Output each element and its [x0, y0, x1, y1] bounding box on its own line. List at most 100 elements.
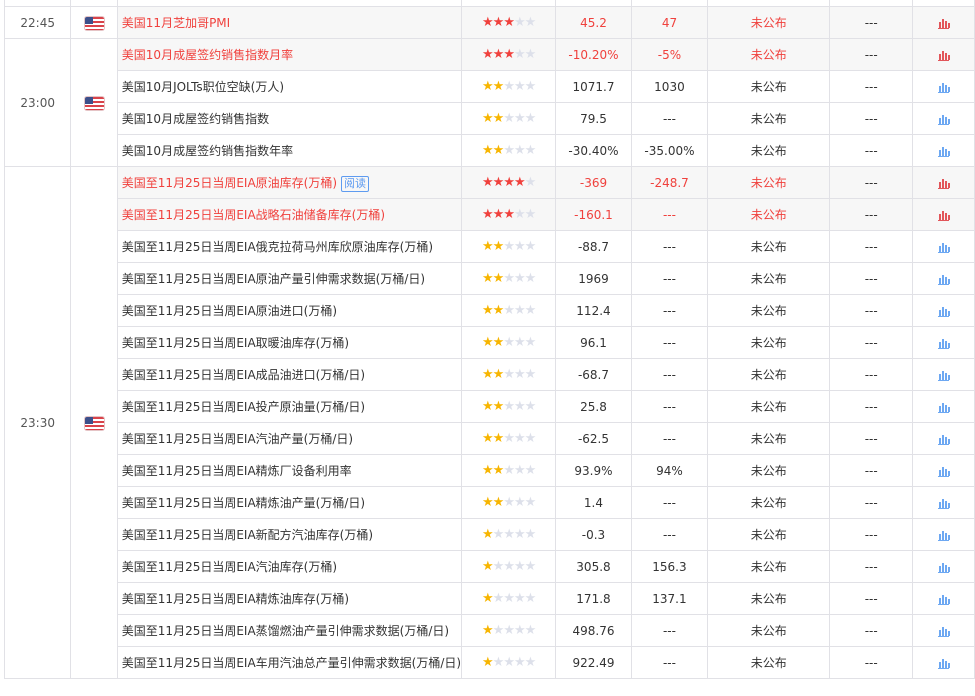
- event-name-cell[interactable]: 美国至11月25日当周EIA取暖油库存(万桶): [116, 326, 463, 359]
- star-empty-icon: ★: [503, 623, 515, 638]
- star-empty-icon: ★: [503, 431, 515, 446]
- bar-chart-icon[interactable]: [937, 466, 950, 477]
- event-name-cell[interactable]: 美国至11月25日当周EIA成品油进口(万桶/日): [116, 358, 463, 391]
- chart-cell[interactable]: [911, 422, 975, 455]
- event-row[interactable]: 美国至11月25日当周EIA成品油进口(万桶/日) ★★★★★ -68.7 --- 未公…: [5, 358, 975, 391]
- event-name-cell[interactable]: 美国至11月25日当周EIA精炼油产量(万桶/日): [116, 486, 463, 519]
- bar-chart-icon[interactable]: [937, 370, 950, 381]
- event-name-cell[interactable]: 美国10月成屋签约销售指数: [116, 102, 463, 135]
- bar-chart-icon[interactable]: [937, 50, 950, 61]
- chart-cell[interactable]: [911, 102, 975, 135]
- chart-cell[interactable]: [911, 454, 975, 487]
- event-name-cell[interactable]: 美国10月成屋签约销售指数月率: [116, 38, 463, 71]
- bar-chart-icon[interactable]: [937, 530, 950, 541]
- event-name-cell[interactable]: 美国至11月25日当周EIA蒸馏燃油产量引伸需求数据(万桶/日): [116, 614, 463, 647]
- event-row[interactable]: 美国至11月25日当周EIA原油进口(万桶) ★★★★★ 112.4 --- 未公布 --…: [5, 294, 975, 327]
- event-name: 美国10月成屋签约销售指数年率: [121, 144, 294, 158]
- event-name-cell[interactable]: 美国10月成屋签约销售指数年率: [116, 134, 463, 167]
- event-name-cell[interactable]: 美国至11月25日当周EIA汽油库存(万桶): [116, 550, 463, 583]
- forecast-value: 47: [661, 15, 678, 30]
- bar-chart-icon[interactable]: [937, 18, 950, 29]
- bar-chart-icon[interactable]: [937, 434, 950, 445]
- bar-chart-icon[interactable]: [937, 274, 950, 285]
- event-name-cell[interactable]: 美国至11月25日当周EIA投产原油量(万桶/日): [116, 390, 463, 423]
- actual-value: 未公布: [750, 80, 787, 94]
- star-empty-icon: ★: [524, 335, 537, 350]
- event-row[interactable]: 美国至11月25日当周EIA原油产量引伸需求数据(万桶/日) ★★★★★ 1969-…: [5, 262, 975, 295]
- chart-cell[interactable]: [911, 230, 975, 263]
- star-filled-icon: ★: [482, 271, 494, 286]
- bar-chart-icon[interactable]: [937, 306, 950, 317]
- event-row[interactable]: 美国至11月25日当周EIA战略石油储备库存(万桶) ★★★★★ -160.1 ---…: [5, 198, 975, 231]
- event-name-cell[interactable]: 美国至11月25日当周EIA精炼油库存(万桶): [116, 582, 463, 615]
- chart-cell[interactable]: [911, 486, 975, 519]
- event-name-cell[interactable]: 美国至11月25日当周EIA新配方汽油库存(万桶): [116, 518, 463, 551]
- bar-chart-icon[interactable]: [937, 338, 950, 349]
- event-row[interactable]: 美国至11月25日当周EIA精炼厂设备利用率 ★★★★★ 93.9% 94% 未公布 --…: [5, 454, 975, 487]
- bar-chart-icon[interactable]: [937, 82, 950, 93]
- event-name-cell[interactable]: 美国至11月25日当周EIA原油进口(万桶): [116, 294, 463, 327]
- event-row[interactable]: 23:00 美国10月成屋签约销售指数月率 ★★★★★ -10.20% -5% 未公布 --…: [3, 38, 975, 167]
- event-name-cell[interactable]: 美国至11月25日当周EIA精炼厂设备利用率: [116, 454, 463, 487]
- chart-cell[interactable]: [911, 294, 975, 327]
- impact-cell: ---: [829, 358, 913, 391]
- event-name-cell[interactable]: 美国至11月25日当周EIA俄克拉荷马州库欣原油库存(万桶): [116, 230, 463, 263]
- event-name-cell[interactable]: 美国至11月25日当周EIA战略石油储备库存(万桶): [116, 198, 463, 231]
- star-empty-icon: ★: [513, 79, 526, 94]
- event-name-cell[interactable]: 美国至11月25日当周EIA原油产量引伸需求数据(万桶/日): [116, 262, 463, 295]
- event-name-cell[interactable]: 美国11月芝加哥PMI: [116, 6, 463, 39]
- bar-chart-icon[interactable]: [937, 594, 950, 605]
- event-row[interactable]: 美国至11月25日当周EIA车用汽油总产量引伸需求数据(万桶/日) ★★★★★ 92…: [5, 646, 975, 679]
- bar-chart-icon[interactable]: [937, 242, 950, 253]
- event-row[interactable]: 美国至11月25日当周EIA汽油产量(万桶/日) ★★★★★ -62.5 --- 未公布…: [5, 422, 975, 455]
- event-name-cell[interactable]: 美国至11月25日当周EIA车用汽油总产量引伸需求数据(万桶/日): [116, 646, 463, 679]
- bar-chart-icon[interactable]: [937, 146, 950, 157]
- bar-chart-icon[interactable]: [937, 658, 950, 669]
- forecast-cell: 94%: [630, 454, 709, 487]
- event-row[interactable]: 23:30 美国至11月25日当周EIA原油库存(万桶) 阅读 ★★★★★ -369 -2…: [3, 166, 975, 679]
- chart-cell[interactable]: [911, 358, 975, 391]
- event-name-cell[interactable]: 美国10月JOLTs职位空缺(万人): [116, 70, 463, 103]
- chart-cell[interactable]: [911, 134, 975, 167]
- bar-chart-icon[interactable]: [937, 402, 950, 413]
- event-row[interactable]: 美国10月成屋签约销售指数 ★★★★★ 79.5 --- 未公布 ---: [5, 102, 975, 135]
- event-row[interactable]: 美国至11月25日当周EIA俄克拉荷马州库欣原油库存(万桶) ★★★★★ -88.7…: [5, 230, 975, 263]
- event-row[interactable]: 美国至11月25日当周EIA取暖油库存(万桶) ★★★★★ 96.1 --- 未公布 --…: [5, 326, 975, 359]
- chart-cell[interactable]: [911, 70, 975, 103]
- bar-chart-icon[interactable]: [937, 626, 950, 637]
- chart-cell[interactable]: [911, 614, 975, 647]
- bar-chart-icon[interactable]: [937, 210, 950, 221]
- bar-chart-icon[interactable]: [937, 498, 950, 509]
- bar-chart-icon[interactable]: [937, 114, 950, 125]
- event-name: 美国10月JOLTs职位空缺(万人): [121, 80, 285, 94]
- event-row[interactable]: 22:45 美国11月芝加哥PMI ★★★★★ 45.2 47 未公布 ---: [3, 6, 975, 39]
- event-row[interactable]: 美国至11月25日当周EIA新配方汽油库存(万桶) ★★★★★ -0.3 --- 未公布…: [5, 518, 975, 551]
- bar-chart-icon[interactable]: [937, 562, 950, 573]
- event-row[interactable]: 美国至11月25日当周EIA精炼油产量(万桶/日) ★★★★★ 1.4 --- 未公布 -…: [5, 486, 975, 519]
- event-row[interactable]: 美国至11月25日当周EIA汽油库存(万桶) ★★★★★ 305.8 156.3 未公布…: [5, 550, 975, 583]
- read-tag[interactable]: 阅读: [341, 175, 370, 192]
- bar-chart-icon[interactable]: [937, 178, 950, 189]
- event-name-cell[interactable]: 美国至11月25日当周EIA汽油产量(万桶/日): [116, 422, 463, 455]
- event-row[interactable]: 美国10月JOLTs职位空缺(万人) ★★★★★ 1071.7 1030 未公布 ---: [5, 70, 975, 103]
- event-row[interactable]: 美国10月成屋签约销售指数年率 ★★★★★ -30.40% -35.00% 未公布 ---: [5, 134, 975, 167]
- importance-stars: ★★★★★: [461, 230, 557, 263]
- event-name-cell[interactable]: 美国至11月25日当周EIA原油库存(万桶) 阅读: [116, 166, 463, 199]
- chart-cell[interactable]: [911, 198, 975, 231]
- chart-cell[interactable]: [911, 646, 975, 679]
- event-row[interactable]: 美国至11月25日当周EIA精炼油库存(万桶) ★★★★★ 171.8 137.1 未公…: [5, 582, 975, 615]
- event-row[interactable]: 美国至11月25日当周EIA蒸馏燃油产量引伸需求数据(万桶/日) ★★★★★ 498…: [5, 614, 975, 647]
- chart-cell[interactable]: [911, 166, 975, 199]
- chart-cell[interactable]: [911, 550, 975, 583]
- chart-cell[interactable]: [911, 262, 975, 295]
- chart-cell[interactable]: [911, 518, 975, 551]
- forecast-value: ---: [662, 111, 676, 126]
- star-empty-icon: ★: [492, 527, 505, 542]
- chart-cell[interactable]: [911, 390, 975, 423]
- chart-cell[interactable]: [911, 38, 975, 71]
- chart-cell[interactable]: [911, 326, 975, 359]
- impact-value: ---: [864, 623, 878, 638]
- chart-cell[interactable]: [911, 6, 975, 39]
- event-row[interactable]: 美国至11月25日当周EIA投产原油量(万桶/日) ★★★★★ 25.8 --- 未公布…: [5, 390, 975, 423]
- chart-cell[interactable]: [911, 582, 975, 615]
